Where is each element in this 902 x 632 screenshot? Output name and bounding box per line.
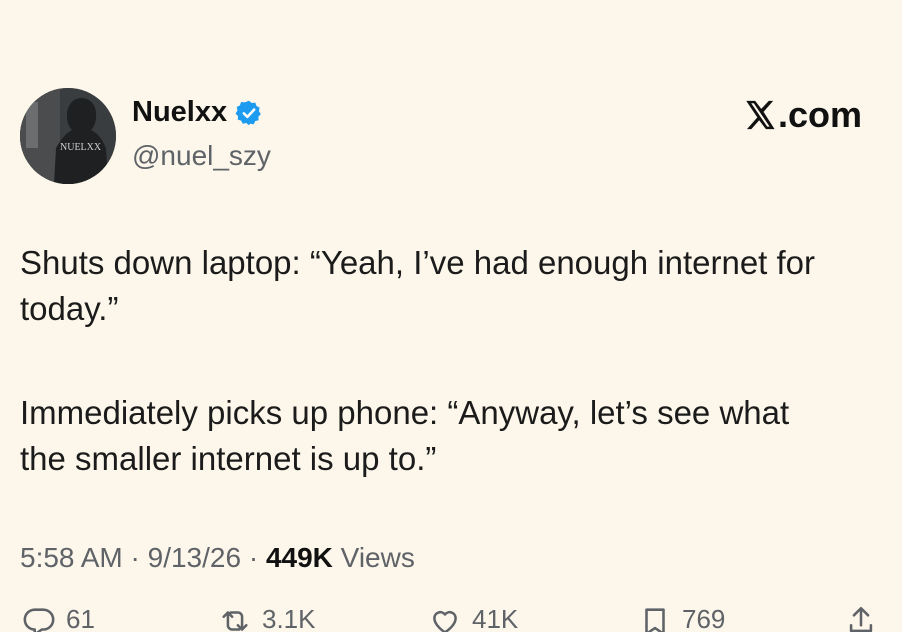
- bookmark-button[interactable]: 769: [638, 604, 725, 632]
- views-count: 449K: [265, 542, 333, 573]
- repost-count: 3.1K: [262, 604, 316, 632]
- bookmark-icon: [638, 604, 672, 632]
- repost-button[interactable]: 3.1K: [218, 604, 316, 632]
- action-bar: 61 3.1K 41K 769: [0, 604, 902, 632]
- brand-label: .com: [777, 94, 862, 135]
- repost-icon: [218, 604, 252, 632]
- svg-text:NUELXX: NUELXX: [60, 142, 102, 153]
- author-display-name[interactable]: Nuelxx: [132, 96, 227, 129]
- reply-count: 61: [66, 604, 95, 632]
- brand-logo[interactable]: .com: [742, 94, 862, 136]
- x-logo-icon: [742, 98, 776, 132]
- views-label: Views: [332, 542, 415, 573]
- verified-badge-icon: [235, 99, 263, 127]
- post-meta: 5:58 AM · 9/13/26 · 449K Views: [20, 542, 415, 574]
- meta-separator: ·: [241, 542, 266, 573]
- meta-separator: ·: [122, 542, 148, 573]
- post-paragraph-1: Shuts down laptop: “Yeah, I’ve had enoug…: [20, 244, 816, 327]
- post-paragraph-2: Immediately picks up phone: “Anyway, let…: [20, 394, 790, 477]
- reply-icon: [22, 604, 56, 632]
- reply-button[interactable]: 61: [22, 604, 95, 632]
- heart-icon: [428, 604, 462, 632]
- like-count: 41K: [472, 604, 519, 632]
- bookmark-count: 769: [682, 604, 726, 632]
- share-icon: [844, 604, 878, 632]
- author-handle[interactable]: @nuel_szy: [132, 140, 271, 172]
- share-button[interactable]: [844, 604, 878, 632]
- author-name-row[interactable]: Nuelxx: [132, 96, 263, 129]
- avatar[interactable]: NUELXX: [20, 88, 116, 184]
- post-time[interactable]: 5:58 AM: [20, 542, 123, 573]
- avatar-photo: NUELXX: [20, 88, 116, 184]
- post-date[interactable]: 9/13/26: [148, 542, 241, 573]
- like-button[interactable]: 41K: [428, 604, 518, 632]
